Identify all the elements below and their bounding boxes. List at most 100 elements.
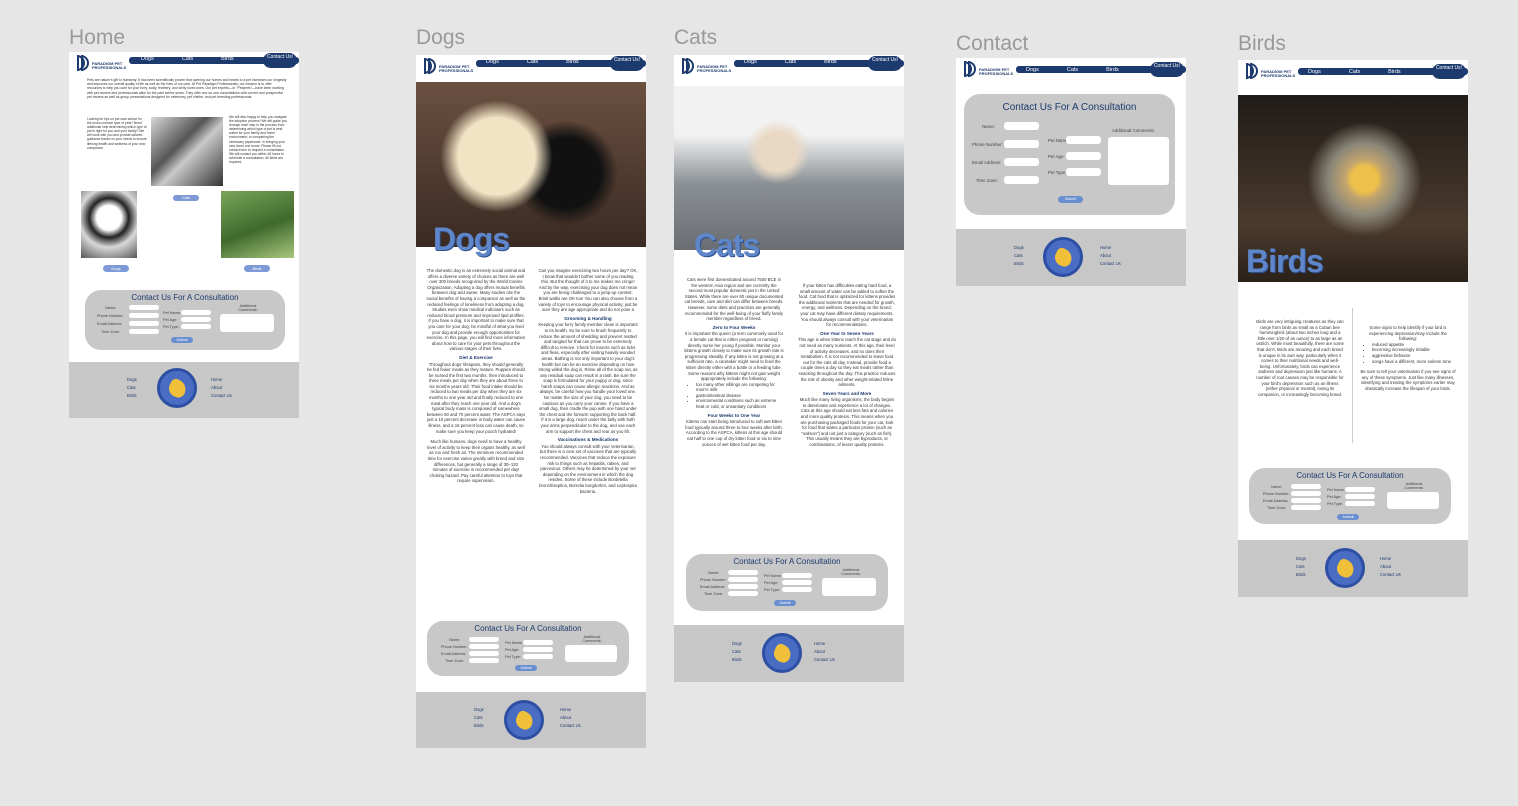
pet-type-field[interactable] (1345, 501, 1375, 506)
nav-contact-button[interactable]: Contact Us! (263, 53, 297, 68)
footer-cats[interactable]: Cats (1296, 563, 1306, 571)
birds-button[interactable]: Birds (244, 265, 270, 272)
footer-birds[interactable]: Birds (127, 392, 137, 400)
comments-field[interactable] (1387, 492, 1439, 509)
nav-contact-button[interactable]: Contact Us! (1432, 64, 1466, 79)
pet-age-field[interactable] (1345, 494, 1375, 499)
footer-cats[interactable]: Cats (732, 648, 742, 656)
name-field[interactable] (728, 570, 758, 575)
nav-cats[interactable]: Cats (1067, 67, 1078, 73)
nav-contact-button[interactable]: Contact Us! (1150, 62, 1184, 77)
pet-name-field[interactable] (181, 310, 211, 315)
footer-birds[interactable]: Birds (1014, 260, 1024, 268)
name-field[interactable] (1291, 484, 1321, 489)
timezone-field[interactable] (1291, 505, 1321, 510)
footer-birds[interactable]: Birds (1296, 571, 1306, 579)
nav-dogs[interactable]: Dogs (1026, 67, 1039, 73)
footer-contact[interactable]: Contact Us (1100, 260, 1121, 268)
nav-birds[interactable]: Birds (1106, 67, 1119, 73)
footer-dogs[interactable]: Dogs (1014, 244, 1024, 252)
comments-field[interactable] (822, 578, 876, 596)
pet-name-field[interactable] (1345, 487, 1375, 492)
email-field[interactable] (129, 321, 159, 326)
phone-field[interactable] (1291, 491, 1321, 496)
footer-home[interactable]: Home (1100, 244, 1121, 252)
footer-contact[interactable]: Contact Us (211, 392, 232, 400)
phone-field[interactable] (129, 313, 159, 318)
timezone-field[interactable] (728, 591, 758, 596)
comments-field[interactable] (220, 314, 274, 332)
pet-age-field[interactable] (782, 580, 812, 585)
name-field[interactable] (1004, 122, 1039, 130)
nav-dogs[interactable]: Dogs (1308, 69, 1321, 75)
nav-cats[interactable]: Cats (527, 59, 538, 65)
pet-type-field[interactable] (181, 324, 211, 329)
timezone-field[interactable] (469, 658, 499, 663)
footer-contact[interactable]: Contact Us (560, 722, 581, 730)
pet-name-field[interactable] (1066, 136, 1101, 144)
pet-type-field[interactable] (523, 654, 553, 659)
logo[interactable]: PARADIGM PET PROFESSIONALS (682, 58, 734, 76)
nav-dogs[interactable]: Dogs (141, 56, 154, 62)
nav-birds[interactable]: Birds (566, 59, 579, 65)
dogs-button[interactable]: Dogs (103, 265, 129, 272)
submit-button[interactable]: Submit (774, 600, 796, 606)
footer-about[interactable]: About (560, 714, 581, 722)
name-field[interactable] (469, 637, 499, 642)
logo[interactable]: PARADIGM PET PROFESSIONALS (77, 55, 129, 73)
nav-dogs[interactable]: Dogs (486, 59, 499, 65)
nav-dogs[interactable]: Dogs (744, 59, 757, 65)
footer-about[interactable]: About (211, 384, 232, 392)
phone-field[interactable] (728, 577, 758, 582)
nav-contact-button[interactable]: Contact Us! (610, 56, 644, 71)
footer-home[interactable]: Home (560, 706, 581, 714)
footer-birds[interactable]: Birds (732, 656, 742, 664)
email-field[interactable] (469, 651, 499, 656)
logo[interactable]: PARADIGM PET PROFESSIONALS (964, 61, 1016, 79)
logo[interactable]: PARADIGM PET PROFESSIONALS (424, 58, 476, 76)
footer-home[interactable]: Home (814, 640, 835, 648)
nav-birds[interactable]: Birds (221, 56, 234, 62)
cats-button[interactable]: Cats (173, 195, 199, 201)
submit-button[interactable]: Submit (171, 337, 193, 343)
footer-cats[interactable]: Cats (127, 384, 137, 392)
footer-about[interactable]: About (814, 648, 835, 656)
submit-button[interactable]: Submit (515, 665, 537, 671)
footer-cats[interactable]: Cats (474, 714, 484, 722)
nav-birds[interactable]: Birds (824, 59, 837, 65)
footer-about[interactable]: About (1380, 563, 1401, 571)
comments-field[interactable] (1108, 137, 1169, 185)
logo[interactable]: PARADIGM PET PROFESSIONALS (1246, 63, 1298, 81)
pet-age-field[interactable] (1066, 152, 1101, 160)
nav-cats[interactable]: Cats (182, 56, 193, 62)
phone-field[interactable] (469, 644, 499, 649)
footer-dogs[interactable]: Dogs (127, 376, 137, 384)
pet-age-field[interactable] (181, 317, 211, 322)
footer-dogs[interactable]: Dogs (1296, 555, 1306, 563)
nav-cats[interactable]: Cats (1349, 69, 1360, 75)
pet-type-field[interactable] (1066, 168, 1101, 176)
email-field[interactable] (1004, 158, 1039, 166)
submit-button[interactable]: Submit (1058, 196, 1083, 203)
footer-home[interactable]: Home (211, 376, 232, 384)
timezone-field[interactable] (1004, 176, 1039, 184)
footer-home[interactable]: Home (1380, 555, 1401, 563)
pet-type-field[interactable] (782, 587, 812, 592)
pet-name-field[interactable] (782, 573, 812, 578)
footer-contact[interactable]: Contact Us (1380, 571, 1401, 579)
submit-button[interactable]: Submit (1337, 514, 1359, 520)
comments-field[interactable] (565, 645, 617, 662)
footer-contact[interactable]: Contact Us (814, 656, 835, 664)
email-field[interactable] (1291, 498, 1321, 503)
footer-cats[interactable]: Cats (1014, 252, 1024, 260)
phone-field[interactable] (1004, 140, 1039, 148)
footer-about[interactable]: About (1100, 252, 1121, 260)
nav-birds[interactable]: Birds (1388, 69, 1401, 75)
nav-contact-button[interactable]: Contact Us! (868, 56, 902, 71)
email-field[interactable] (728, 584, 758, 589)
pet-age-field[interactable] (523, 647, 553, 652)
footer-dogs[interactable]: Dogs (474, 706, 484, 714)
footer-birds[interactable]: Birds (474, 722, 484, 730)
footer-dogs[interactable]: Dogs (732, 640, 742, 648)
name-field[interactable] (129, 305, 159, 310)
